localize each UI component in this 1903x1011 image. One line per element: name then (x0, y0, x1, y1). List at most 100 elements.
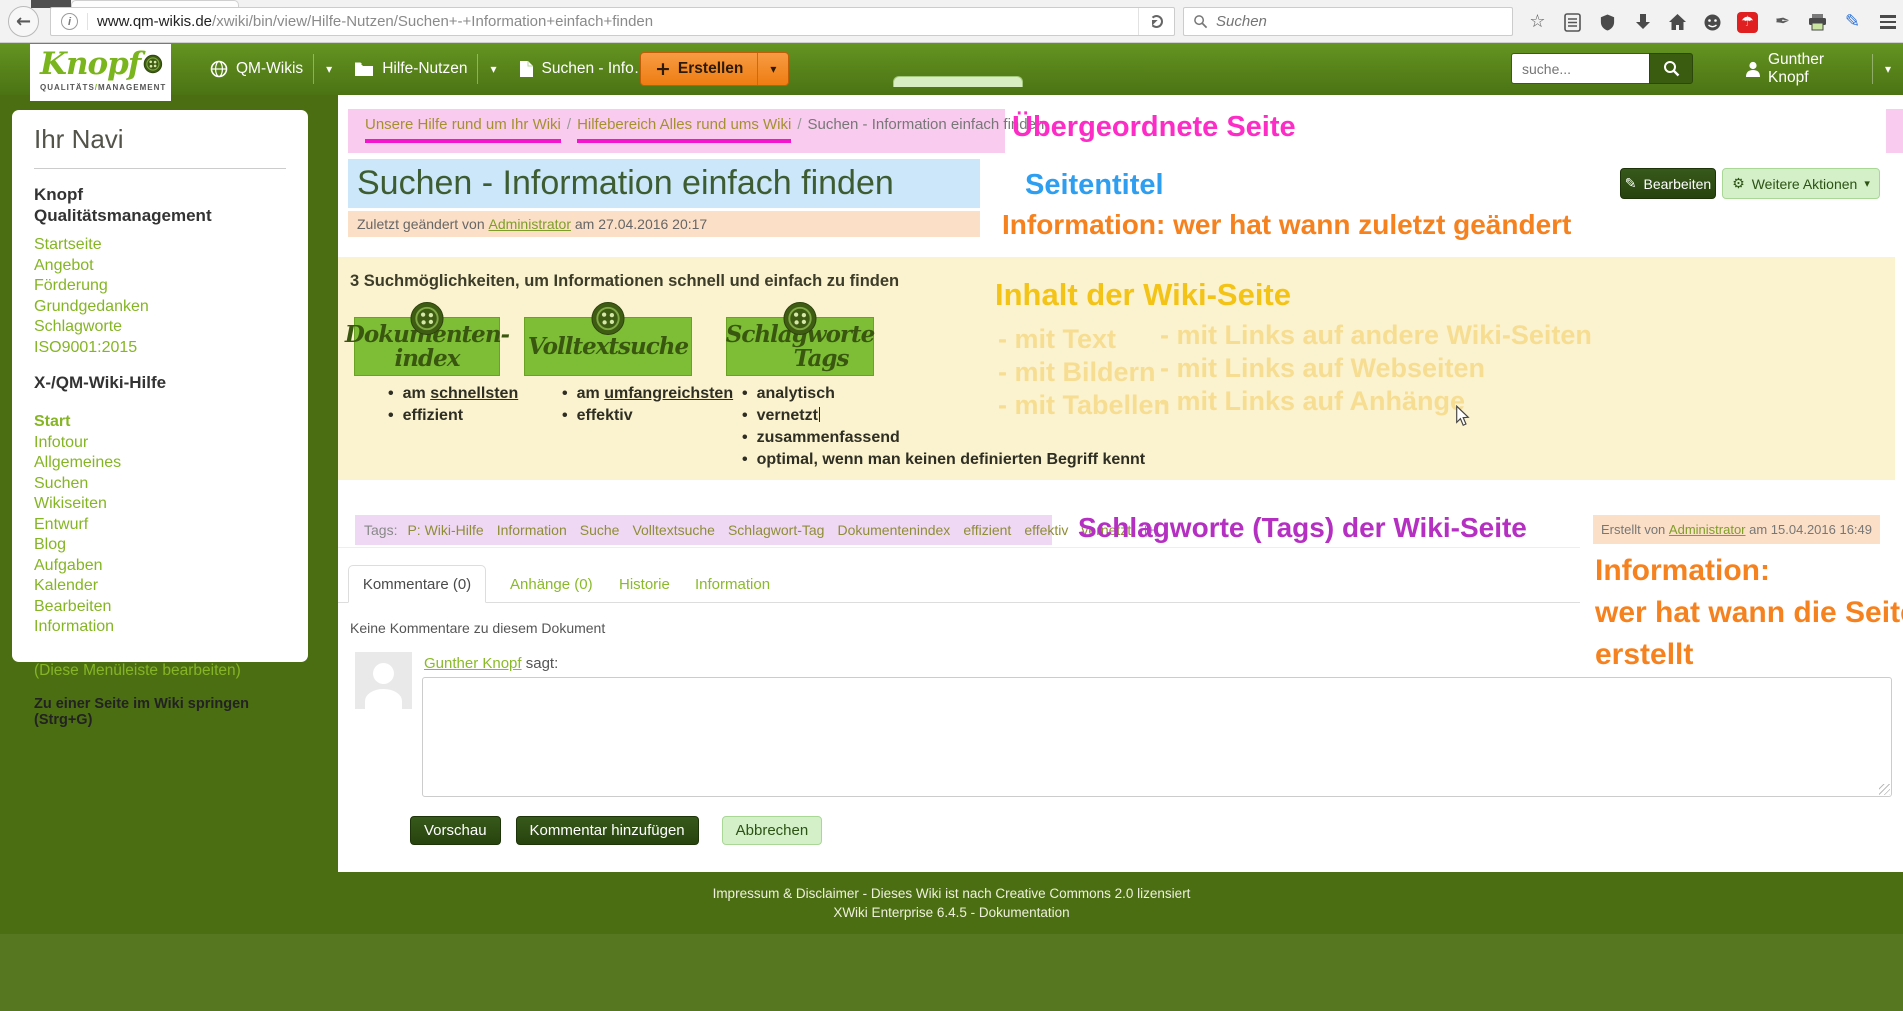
sidebar-item-startseite[interactable]: Startseite (34, 235, 286, 256)
wiki-menu-caret[interactable]: ▾ (314, 62, 344, 76)
reading-list-icon[interactable] (1562, 11, 1583, 33)
preview-button[interactable]: Vorschau (410, 816, 501, 845)
create-caret[interactable]: ▾ (757, 53, 788, 85)
list-item: effektiv (562, 405, 733, 427)
bookmark-star-icon[interactable]: ☆ (1527, 11, 1548, 33)
sidebar-item-infotour[interactable]: Infotour (34, 433, 286, 454)
main-content: Unsere Hilfe rund um Ihr Wiki/Hilfeberei… (338, 95, 1903, 872)
comment-textarea[interactable] (422, 677, 1892, 797)
tabs-border (338, 602, 1580, 603)
breadcrumb-parent-space[interactable]: Hilfebereich Alles rund ums Wiki (577, 116, 791, 143)
browser-toolbar-icons: ☆ ☂ ✒ ✎ (1527, 9, 1898, 35)
textarea-resize-handle[interactable] (1879, 784, 1890, 795)
breadcrumb-parent-wiki[interactable]: Unsere Hilfe rund um Ihr Wiki (365, 116, 561, 143)
content-heading: 3 Suchmöglichkeiten, um Informationen sc… (350, 272, 899, 291)
space-menu[interactable]: Hilfe-Nutzen (344, 43, 477, 95)
tag-link[interactable]: Information (497, 522, 567, 538)
address-bar[interactable]: i www.qm-wikis.de/xwiki/bin/view/Hilfe-N… (50, 7, 1175, 36)
sidebar-item-schlagworte[interactable]: Schlagworte (34, 317, 286, 338)
cancel-button[interactable]: Abbrechen (722, 816, 823, 845)
avira-icon[interactable]: ☂ (1737, 12, 1758, 33)
tab-history[interactable]: Historie (619, 576, 670, 593)
search-icon (1663, 60, 1680, 77)
user-name: Gunther Knopf (1768, 51, 1860, 87)
folder-icon (354, 61, 374, 77)
divider (34, 168, 286, 169)
tag-link[interactable]: effizient (963, 522, 1011, 538)
site-info-icon[interactable]: i (61, 13, 78, 30)
created-by-link[interactable]: Administrator (1669, 522, 1746, 537)
sidebar-item-entwurf[interactable]: Entwurf (34, 515, 286, 536)
sidebar-links-2: Start Infotour Allgemeines Suchen Wikise… (34, 412, 286, 638)
search-icon (1193, 14, 1208, 29)
sidebar-item-bearbeiten[interactable]: Bearbeiten (34, 597, 286, 618)
sidebar-item-kalender[interactable]: Kalender (34, 576, 286, 597)
shield-icon[interactable] (1597, 11, 1618, 33)
browser-search-input[interactable] (1216, 13, 1512, 30)
user-menu-caret[interactable]: ▾ (1873, 62, 1903, 76)
sidebar-item-allgemeines[interactable]: Allgemeines (34, 453, 286, 474)
sidebar-item-iso9001[interactable]: ISO9001:2015 (34, 338, 286, 359)
reload-button[interactable] (1138, 8, 1174, 35)
breadcrumb-highlight-fragment (1886, 109, 1903, 153)
add-comment-button[interactable]: Kommentar hinzufügen (516, 816, 699, 845)
highlight-pen-icon[interactable]: ✎ (1842, 11, 1863, 33)
avatar (355, 652, 412, 709)
annotation-content-heading: Inhalt der Wiki-Seite (995, 277, 1291, 313)
footer-version-line: XWiki Enterprise 6.4.5 - Dokumentation (0, 901, 1903, 920)
pen-icon[interactable]: ✒ (1772, 11, 1793, 33)
comment-author-link[interactable]: Gunther Knopf (424, 655, 522, 672)
sidebar-item-grundgedanken[interactable]: Grundgedanken (34, 297, 286, 318)
browser-back-button[interactable]: ← (8, 6, 39, 37)
tab-information[interactable]: Information (695, 576, 770, 593)
wiki-search-button[interactable] (1649, 53, 1693, 84)
tag-link[interactable]: effektiv (1024, 522, 1068, 538)
edit-button[interactable]: ✎ Bearbeiten (1620, 168, 1716, 199)
gear-icon: ⚙ (1732, 176, 1745, 192)
user-icon (1745, 61, 1761, 78)
edit-menu-link[interactable]: (Diese Menüleiste bearbeiten) (34, 662, 286, 680)
home-icon[interactable] (1667, 11, 1688, 33)
tag-link[interactable]: Dokumentenindex (837, 522, 950, 538)
annotation-modified-info: Information: wer hat wann zuletzt geände… (1002, 209, 1571, 241)
list-item: am schnellsten (388, 383, 518, 405)
breadcrumb-current-page: Suchen - Information einfach finden (807, 116, 1044, 133)
tab-attachments[interactable]: Anhänge (0) (510, 576, 593, 593)
download-icon[interactable] (1632, 11, 1653, 33)
tab-comments[interactable]: Kommentare (0) (348, 565, 486, 603)
modified-by-link[interactable]: Administrator (489, 216, 571, 232)
sidebar-item-foerderung[interactable]: Förderung (34, 276, 286, 297)
popup-remnant (893, 76, 1023, 87)
fulltext-search-bullets: am umfangreichsten effektiv (562, 383, 733, 427)
sidebar-item-wikiseiten[interactable]: Wikiseiten (34, 494, 286, 515)
button-icon (410, 301, 445, 341)
sidebar-item-suchen[interactable]: Suchen (34, 474, 286, 495)
sidebar-item-blog[interactable]: Blog (34, 535, 286, 556)
menu-icon[interactable] (1877, 11, 1898, 33)
page-menu[interactable]: Suchen - Info… (509, 43, 660, 95)
printer-icon[interactable] (1807, 11, 1828, 33)
wiki-nav-menus: QM-Wikis ▾ Hilfe-Nutzen ▾ Suchen - Info…… (200, 43, 690, 95)
knopf-logo[interactable]: Knopf QUALITÄTS/MANAGEMENT (30, 44, 171, 101)
wiki-search-input[interactable] (1511, 53, 1649, 84)
sidebar-item-angebot[interactable]: Angebot (34, 256, 286, 277)
plus-icon: + (655, 58, 671, 80)
annotation-content-col1: - mit Text - mit Bildern - mit Tabellen (998, 323, 1170, 422)
space-menu-caret[interactable]: ▾ (478, 62, 508, 76)
browser-search-box[interactable] (1183, 7, 1513, 36)
tag-link[interactable]: Suche (580, 522, 620, 538)
tag-link[interactable]: Schlagwort-Tag (728, 522, 825, 538)
sidebar-item-start[interactable]: Start (34, 412, 286, 433)
feedback-smiley-icon[interactable] (1702, 11, 1723, 33)
wiki-menu-label: QM-Wikis (236, 60, 303, 78)
wiki-menu[interactable]: QM-Wikis (200, 43, 313, 95)
pencil-icon: ✎ (1625, 176, 1637, 192)
sidebar-item-information[interactable]: Information (34, 617, 286, 638)
tag-link[interactable]: Volltextsuche (632, 522, 715, 538)
tag-link[interactable]: P: Wiki-Hilfe (407, 522, 483, 538)
more-actions-button[interactable]: ⚙ Weitere Aktionen ▾ (1722, 168, 1880, 199)
annotation-tags: Schlagworte (Tags) der Wiki-Seite (1078, 512, 1527, 544)
user-menu[interactable]: Gunther Knopf ▾ (1745, 43, 1903, 95)
create-button[interactable]: +Erstellen ▾ (640, 52, 789, 86)
sidebar-item-aufgaben[interactable]: Aufgaben (34, 556, 286, 577)
